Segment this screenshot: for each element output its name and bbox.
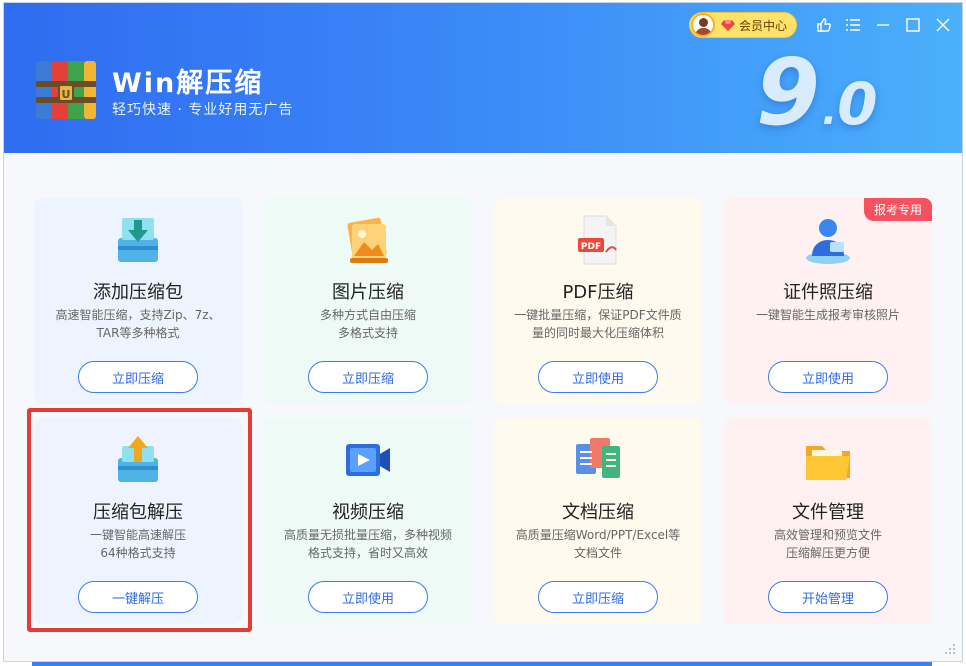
card-image-compress[interactable]: 图片压缩 多种方式自由压缩 多格式支持 立即压缩 <box>264 198 472 404</box>
desc-line: 高质量无损批量压缩，多种视频 <box>283 528 452 542</box>
desc-line: 文档文件 <box>573 546 622 560</box>
card-document-compress[interactable]: 文档压缩 高质量压缩Word/PPT/Excel等 文档文件 立即压缩 <box>494 418 702 624</box>
desc-line: 多种方式自由压缩 <box>319 308 416 322</box>
version-number: 9.0 <box>756 39 878 146</box>
app-window: U Win解压缩 轻巧快速 · 专业好用无广告 9.0 会员中心 添加压缩包 高… <box>3 2 963 662</box>
document-icon <box>576 438 620 478</box>
avatar <box>691 13 715 37</box>
compress-now-button[interactable]: 立即压缩 <box>308 361 428 393</box>
desc-line: 多格式支持 <box>337 326 398 340</box>
card-title: 文档压缩 <box>562 502 634 523</box>
card-title: PDF压缩 <box>562 282 634 303</box>
use-now-button[interactable]: 立即使用 <box>768 361 888 393</box>
desc-line: 压缩解压更方便 <box>785 546 870 560</box>
maximize-icon <box>906 18 920 32</box>
card-description: 高质量无损批量压缩，多种视频 格式支持，省时又高效 <box>276 526 460 562</box>
like-button[interactable] <box>813 14 835 36</box>
version-major: 9 <box>756 39 821 146</box>
desc-line: 一键批量压缩，保证PDF文件质 <box>514 308 682 322</box>
close-icon <box>936 18 950 32</box>
desc-line: 高质量压缩Word/PPT/Excel等 <box>515 528 681 542</box>
card-file-manager[interactable]: 文件管理 高效管理和预览文件 压缩解压更方便 开始管理 <box>724 418 932 624</box>
desc-line: 格式支持，省时又高效 <box>307 546 428 560</box>
minimize-button[interactable] <box>872 14 894 36</box>
background-window-edge <box>32 662 932 666</box>
use-now-button[interactable]: 立即使用 <box>538 361 658 393</box>
video-icon <box>346 444 390 476</box>
desc-line: TAR等多种格式 <box>96 326 180 340</box>
use-now-button[interactable]: 立即使用 <box>308 581 428 613</box>
menu-button[interactable] <box>842 14 864 36</box>
desc-line: 一键智能生成报考审核照片 <box>755 308 900 322</box>
diamond-icon <box>721 20 735 31</box>
card-title: 图片压缩 <box>332 282 404 303</box>
header-banner: U Win解压缩 轻巧快速 · 专业好用无广告 9.0 会员中心 <box>4 3 962 153</box>
app-tagline: 轻巧快速 · 专业好用无广告 <box>112 102 294 118</box>
start-manage-button[interactable]: 开始管理 <box>768 581 888 613</box>
member-center-label: 会员中心 <box>739 18 788 33</box>
card-add-archive[interactable]: 添加压缩包 高速智能压缩，支持Zip、7z、 TAR等多种格式 立即压缩 <box>34 198 242 404</box>
minimize-icon <box>877 24 889 26</box>
resize-grip-icon[interactable] <box>942 641 956 655</box>
card-description: 一键智能生成报考审核照片 <box>736 306 920 324</box>
id-photo-icon <box>806 219 850 264</box>
desc-line: 高效管理和预览文件 <box>773 528 882 542</box>
maximize-button[interactable] <box>902 14 924 36</box>
desc-line: 高速智能压缩，支持Zip、7z、 <box>55 308 221 322</box>
pdf-icon: PDF <box>578 215 617 265</box>
version-minor: 0 <box>837 70 878 138</box>
card-description: 高效管理和预览文件 压缩解压更方便 <box>736 526 920 562</box>
card-description: 一键批量压缩，保证PDF文件质 量的同时最大化压缩体积 <box>506 306 690 342</box>
compress-now-button[interactable]: 立即压缩 <box>538 581 658 613</box>
member-center-button[interactable]: 会员中心 <box>689 12 797 38</box>
card-title: 证件照压缩 <box>783 282 873 303</box>
close-button[interactable] <box>932 14 954 36</box>
card-video-compress[interactable]: 视频压缩 高质量无损批量压缩，多种视频 格式支持，省时又高效 立即使用 <box>264 418 472 624</box>
card-title: 文件管理 <box>792 502 864 523</box>
card-description: 高质量压缩Word/PPT/Excel等 文档文件 <box>506 526 690 562</box>
desc-line: 量的同时最大化压缩体积 <box>531 326 664 340</box>
card-id-photo[interactable]: 报考专用 证件照压缩 一键智能生成报考审核照片 立即使用 <box>724 198 932 404</box>
svg-text:U: U <box>62 88 71 101</box>
image-icon <box>347 217 388 263</box>
exam-badge: 报考专用 <box>864 198 932 221</box>
app-name: Win解压缩 <box>112 68 264 99</box>
add-archive-icon <box>118 218 158 262</box>
thumbs-up-icon <box>817 18 831 32</box>
menu-icon <box>846 19 860 31</box>
card-title: 视频压缩 <box>332 502 404 523</box>
highlight-frame <box>27 408 252 632</box>
svg-text:PDF: PDF <box>581 242 601 252</box>
app-logo-icon: U <box>36 61 96 119</box>
card-description: 高速智能压缩，支持Zip、7z、 TAR等多种格式 <box>46 306 230 342</box>
folder-icon <box>806 446 850 480</box>
card-description: 多种方式自由压缩 多格式支持 <box>276 306 460 342</box>
compress-now-button[interactable]: 立即压缩 <box>78 361 198 393</box>
card-pdf-compress[interactable]: PDF PDF压缩 一键批量压缩，保证PDF文件质 量的同时最大化压缩体积 立即… <box>494 198 702 404</box>
version-dot: . <box>822 88 838 134</box>
card-title: 添加压缩包 <box>93 282 183 303</box>
